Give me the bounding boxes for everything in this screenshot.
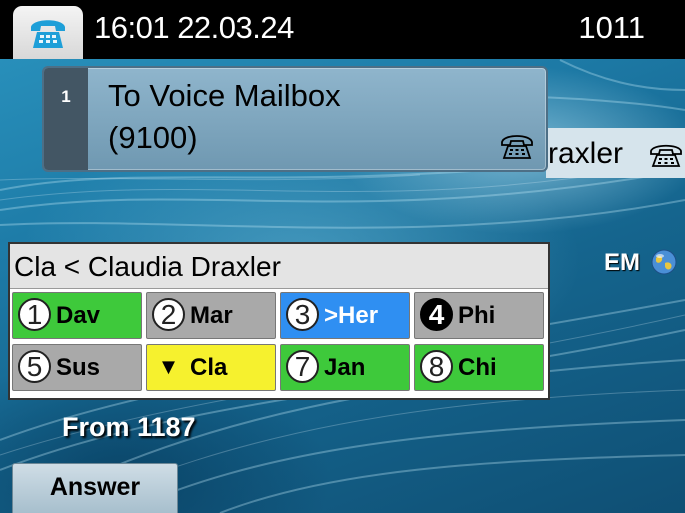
line-label[interactable]: raxler xyxy=(546,128,685,178)
speed-dial-number: 7 xyxy=(286,350,319,383)
speed-dial-number: 3 xyxy=(286,298,319,331)
speed-dial-button-3[interactable]: 3 >Her xyxy=(280,292,410,339)
status-bar: 16:01 22.03.24 1011 xyxy=(0,0,685,59)
speed-dial-number: 5 xyxy=(18,350,51,383)
speed-dial-number: ▼ xyxy=(157,354,180,379)
status-extension: 1011 xyxy=(578,10,645,45)
call-notification-popup[interactable]: 1 To Voice Mailbox (9100) xyxy=(42,66,548,172)
speed-dial-number: 8 xyxy=(420,350,453,383)
speed-dial-label: Dav xyxy=(56,302,101,329)
speed-dial-label: Chi xyxy=(458,354,497,381)
call-number: (9100) xyxy=(108,120,198,155)
speed-dial-label: Jan xyxy=(324,354,366,381)
phone-icon xyxy=(31,20,65,48)
status-time-date: 16:01 22.03.24 xyxy=(94,10,294,45)
speed-dial-panel: Cla < Claudia Draxler 1 Dav 2 Mar 3 >Her 4 Phi 5… xyxy=(8,242,550,400)
speed-dial-header: Cla < Claudia Draxler xyxy=(10,244,548,289)
speed-dial-label: Phi xyxy=(458,302,496,329)
speed-dial-button-7[interactable]: 7 Jan xyxy=(280,344,410,391)
answer-softkey[interactable]: Answer xyxy=(12,463,178,513)
speed-dial-button-2[interactable]: 2 Mar xyxy=(146,292,276,339)
phone-tab[interactable] xyxy=(13,6,83,59)
phone-icon xyxy=(501,135,533,159)
incoming-caller-text: From 1187 xyxy=(62,412,196,442)
phone-icon xyxy=(650,144,682,167)
speed-dial-button-4[interactable]: 4 Phi xyxy=(414,292,544,339)
speed-dial-button-6[interactable]: ▼ Cla xyxy=(146,344,276,391)
speed-dial-button-1[interactable]: 1 Dav xyxy=(12,292,142,339)
speed-dial-button-5[interactable]: 5 Sus xyxy=(12,344,142,391)
globe-icon xyxy=(651,249,677,275)
speed-dial-number: 2 xyxy=(152,298,185,331)
speed-dial-label: Cla xyxy=(190,354,228,381)
speed-dial-label: Sus xyxy=(56,354,101,381)
line-label-text: raxler xyxy=(548,137,624,170)
speed-dial-button-8[interactable]: 8 Chi xyxy=(414,344,544,391)
call-title: To Voice Mailbox xyxy=(108,78,341,113)
speed-dial-label: >Her xyxy=(324,302,379,329)
call-index-badge: 1 xyxy=(44,68,88,170)
speed-dial-label: Mar xyxy=(190,302,233,329)
speed-dial-number: 1 xyxy=(18,298,51,331)
em-indicator-label: EM xyxy=(604,249,640,276)
speed-dial-number: 4 xyxy=(420,298,453,331)
speed-dial-header-text: Cla < Claudia Draxler xyxy=(14,251,281,282)
